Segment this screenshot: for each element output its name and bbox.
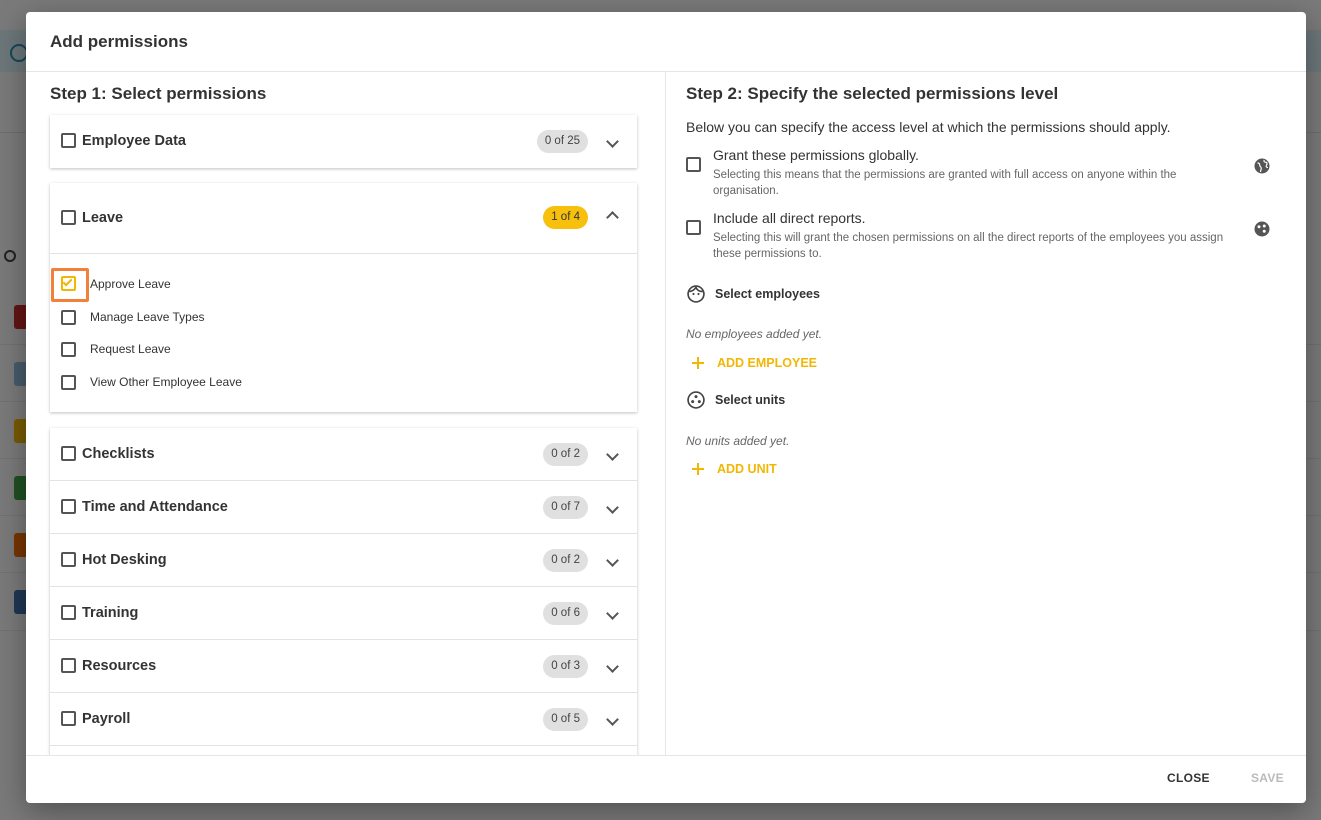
item-label: View Other Employee Leave [90, 375, 242, 389]
item-checkbox[interactable] [61, 375, 76, 390]
permission-group-leave: Leave 1 of 4 Approve Leave Manage Leave … [50, 183, 637, 412]
permission-group-list: Checklists 0 of 2 Time and Attendance 0 … [50, 428, 637, 755]
group-checkbox[interactable] [61, 711, 76, 726]
chevron-down-icon[interactable] [606, 500, 619, 514]
item-label: Request Leave [90, 342, 171, 356]
chevron-down-icon[interactable] [606, 134, 619, 148]
group-label: Time and Attendance [82, 499, 228, 515]
group-label: Employee Data [82, 133, 186, 149]
group-checkbox[interactable] [61, 552, 76, 567]
units-icon [687, 391, 705, 409]
permission-group-training[interactable]: Training 0 of 6 [50, 587, 637, 639]
permission-group-employee-data: Employee Data 0 of 25 [50, 115, 637, 168]
group-checkbox[interactable] [61, 658, 76, 673]
add-unit-button[interactable]: ADD UNIT [692, 462, 777, 476]
chevron-down-icon[interactable] [606, 606, 619, 620]
group-count-badge: 0 of 25 [536, 129, 588, 153]
face-icon [687, 285, 705, 303]
plus-icon [692, 357, 704, 369]
add-permissions-dialog: Add permissions Step 1: Select permissio… [26, 12, 1306, 803]
step2-title: Step 2: Specify the selected permissions… [686, 84, 1059, 103]
group-count-badge: 0 of 2 [543, 442, 588, 466]
employees-empty-text: No employees added yet. [686, 327, 823, 341]
option-description: Selecting this will grant the chosen per… [713, 232, 1224, 260]
chevron-up-icon[interactable] [606, 211, 619, 224]
footer-divider [26, 755, 1306, 756]
group-count-badge: 0 of 3 [543, 654, 588, 678]
plus-icon [692, 463, 704, 475]
group-checkbox[interactable] [61, 446, 76, 461]
group-divider [50, 745, 637, 746]
group-header[interactable]: Leave 1 of 4 [50, 183, 637, 252]
option-title: Include all direct reports. [713, 210, 866, 226]
select-units-header: Select units [686, 390, 785, 410]
permission-item-approve-leave[interactable]: Approve Leave [50, 268, 637, 308]
add-employee-button[interactable]: ADD EMPLOYEE [692, 356, 817, 370]
permission-group-hot-desking[interactable]: Hot Desking 0 of 2 [50, 534, 637, 586]
permission-item-request-leave[interactable]: Request Leave [50, 341, 637, 371]
group-count-badge: 0 of 5 [543, 707, 588, 731]
permission-group-checklists[interactable]: Checklists 0 of 2 [50, 428, 637, 480]
permission-group-time-and-attendance[interactable]: Time and Attendance 0 of 7 [50, 481, 637, 533]
group-checkbox[interactable] [61, 605, 76, 620]
step1-title: Step 1: Select permissions [50, 84, 267, 103]
item-label: Approve Leave [90, 277, 171, 291]
group-checkbox[interactable] [61, 210, 76, 225]
group-label: Payroll [82, 711, 131, 727]
select-employees-label: Select employees [715, 287, 820, 301]
option-include-direct-reports[interactable]: Include all direct reports. Selecting th… [686, 210, 1286, 260]
global-checkbox[interactable] [686, 157, 701, 172]
group-label: Leave [82, 209, 124, 226]
group-header[interactable]: Employee Data 0 of 25 [50, 115, 637, 167]
select-units-label: Select units [715, 393, 786, 407]
units-empty-text: No units added yet. [686, 434, 790, 448]
permissions-column[interactable]: Step 1: Select permissions Employee Data… [26, 72, 665, 755]
chevron-down-icon[interactable] [606, 712, 619, 726]
group-count-badge: 1 of 4 [543, 206, 588, 229]
add-unit-label: ADD UNIT [717, 462, 777, 476]
group-label: Checklists [82, 446, 155, 462]
permission-group-payroll[interactable]: Payroll 0 of 5 [50, 693, 637, 745]
permission-item-manage-leave-types[interactable]: Manage Leave Types [50, 309, 637, 339]
save-button[interactable]: SAVE [1251, 771, 1284, 785]
permission-level-column: Step 2: Specify the selected permissions… [666, 72, 1306, 755]
group-count-badge: 0 of 7 [543, 495, 588, 519]
group-divider [50, 253, 637, 254]
item-checkbox[interactable] [61, 310, 76, 325]
item-label: Manage Leave Types [90, 310, 205, 324]
close-button[interactable]: CLOSE [1167, 771, 1210, 785]
group-checkbox[interactable] [61, 499, 76, 514]
group-label: Hot Desking [82, 552, 167, 568]
add-employee-label: ADD EMPLOYEE [717, 356, 818, 370]
group-label: Resources [82, 658, 157, 674]
dialog-title: Add permissions [50, 32, 188, 51]
option-title: Grant these permissions globally. [713, 147, 919, 163]
permission-group-resources[interactable]: Resources 0 of 3 [50, 640, 637, 692]
chevron-down-icon[interactable] [606, 553, 619, 567]
chevron-down-icon[interactable] [606, 659, 619, 673]
group-count-badge: 0 of 6 [543, 601, 588, 625]
globe-icon [1254, 158, 1270, 174]
item-checkbox-checked[interactable] [61, 276, 76, 291]
item-checkbox[interactable] [61, 342, 76, 357]
option-description: Selecting this means that the permission… [713, 169, 1177, 197]
direct-reports-checkbox[interactable] [686, 220, 701, 235]
group-label: Training [82, 605, 139, 621]
group-count-badge: 0 of 2 [543, 548, 588, 572]
check-icon [62, 276, 73, 287]
group-icon [1254, 221, 1270, 237]
chevron-down-icon[interactable] [606, 447, 619, 461]
permission-item-view-other-employee-leave[interactable]: View Other Employee Leave [50, 374, 637, 404]
select-employees-header: Select employees [686, 284, 820, 304]
group-checkbox[interactable] [61, 133, 76, 148]
option-grant-globally[interactable]: Grant these permissions globally. Select… [686, 147, 1286, 197]
step2-intro: Below you can specify the access level a… [686, 119, 1171, 135]
